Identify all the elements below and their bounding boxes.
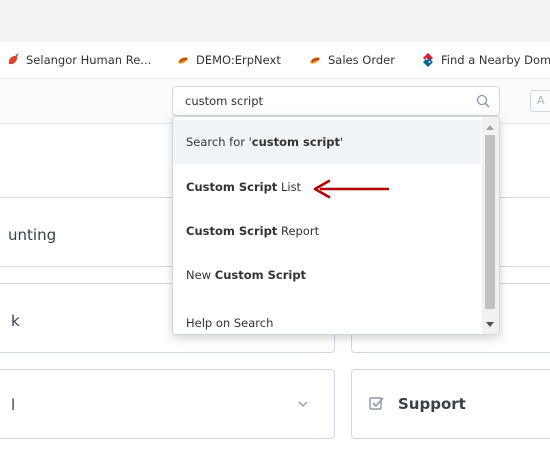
module-card-support[interactable]: Support	[351, 369, 550, 439]
scroll-down-icon[interactable]	[486, 322, 494, 327]
card-label: unting	[8, 226, 57, 244]
bookmark-sales-order[interactable]: Sales Order	[308, 42, 395, 78]
bookmark-dominos[interactable]: Find a Nearby Dom	[421, 42, 550, 78]
card-label: l	[11, 396, 16, 414]
scroll-up-icon[interactable]	[486, 125, 494, 130]
chili-icon	[310, 57, 320, 64]
checkbox-icon	[369, 397, 384, 410]
dominos-icon	[423, 53, 433, 67]
bookmark-selangor[interactable]: Selangor Human Re...	[6, 42, 151, 78]
chevron-down-icon[interactable]	[298, 400, 308, 408]
suggestion-bold: custom script	[251, 135, 341, 149]
search-suggestions-dropdown: Search for ' custom script ' Custom Script…	[172, 116, 500, 335]
card-label: k	[11, 312, 20, 330]
search-input[interactable]	[185, 92, 465, 110]
suggestion-search-for[interactable]: Search for ' custom script '	[173, 120, 481, 164]
red-pepper-icon	[8, 53, 19, 65]
suggestion-suffix: '	[340, 135, 344, 149]
scrollbar-thumb[interactable]	[485, 135, 495, 309]
browser-tab-strip	[0, 0, 550, 42]
bookmarks-bar: Selangor Human Re... DEMO:ErpNext Sales …	[0, 42, 550, 79]
suggestion-label: Help on Search	[186, 316, 274, 330]
suggestion-custom-script-report[interactable]: Custom Script Report	[173, 209, 481, 253]
suggestion-bold: Custom Script	[186, 180, 278, 194]
chili-icon	[178, 57, 188, 64]
suggestion-suffix: Report	[277, 224, 320, 238]
annotation-arrow-icon	[313, 179, 389, 199]
suggestion-prefix: New	[186, 268, 215, 282]
suggestion-suffix: List	[277, 180, 302, 194]
search-icon[interactable]	[476, 94, 490, 108]
card-label: Support	[398, 395, 466, 413]
bookmark-label: DEMO:ErpNext	[196, 53, 281, 67]
bookmark-label: Find a Nearby Dom	[441, 53, 550, 67]
bookmark-label: Selangor Human Re...	[26, 53, 152, 67]
dropdown-scrollbar[interactable]	[482, 117, 499, 334]
navbar-right-field[interactable]: A	[530, 90, 550, 112]
suggestion-new-custom-script[interactable]: New Custom Script	[173, 253, 481, 297]
awesome-bar[interactable]	[172, 86, 500, 116]
suggestion-prefix: Search for '	[186, 135, 252, 149]
bookmark-demo-erpnext[interactable]: DEMO:ErpNext	[176, 42, 281, 78]
module-card-third[interactable]: l	[0, 369, 335, 439]
bookmark-label: Sales Order	[328, 53, 395, 67]
suggestion-bold: Custom Script	[214, 268, 307, 282]
suggestion-bold: Custom Script	[186, 224, 278, 238]
suggestion-help-on-search[interactable]: Help on Search	[173, 301, 481, 334]
